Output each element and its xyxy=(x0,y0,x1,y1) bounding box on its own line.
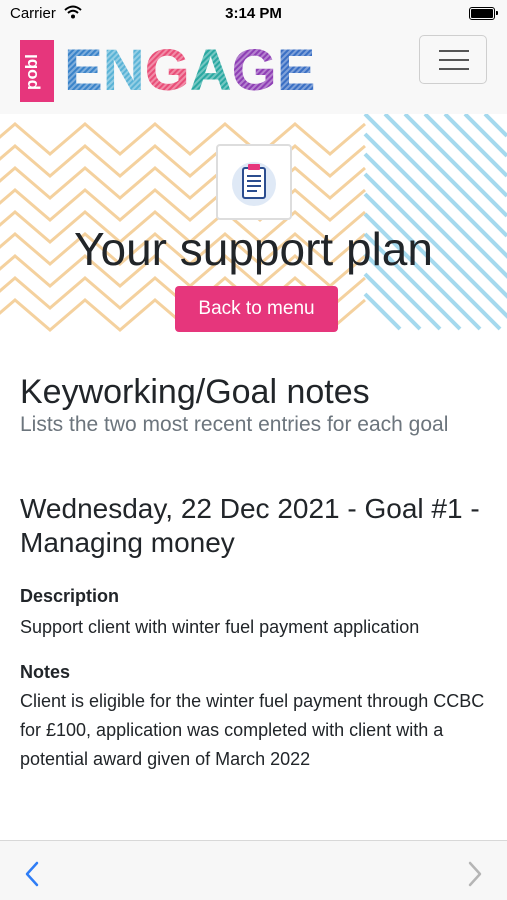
main-content: Keyworking/Goal notes Lists the two most… xyxy=(20,332,487,774)
browser-toolbar xyxy=(0,840,507,900)
entry-title: Wednesday, 22 Dec 2021 - Goal #1 - Manag… xyxy=(20,493,480,558)
description-label: Description xyxy=(20,586,120,606)
forward-chevron-icon[interactable] xyxy=(467,861,483,892)
back-chevron-icon[interactable] xyxy=(24,861,40,892)
menu-toggle-button[interactable] xyxy=(419,35,487,84)
notes-value: Client is eligible for the winter fuel p… xyxy=(20,691,485,769)
navbar: pobl ENGAGE ENGAGE xyxy=(0,28,507,114)
notes-label: Notes xyxy=(20,662,71,682)
hero-banner: Your support plan Back to menu xyxy=(0,114,507,332)
page-title: Your support plan xyxy=(74,223,433,275)
clock: 3:14 PM xyxy=(225,5,282,22)
battery-icon xyxy=(469,7,498,20)
back-to-menu-button[interactable]: Back to menu xyxy=(175,286,338,332)
pobl-logo-text: pobl xyxy=(21,54,41,90)
section-title: Keyworking/Goal notes xyxy=(20,373,370,411)
description-value: Support client with winter fuel payment … xyxy=(20,617,420,637)
support-plan-icon xyxy=(216,144,292,220)
status-bar: Carrier 3:14 PM xyxy=(0,0,507,28)
engage-logo[interactable]: ENGAGE ENGAGE xyxy=(64,38,316,102)
engage-logo-text: ENGAGE xyxy=(64,38,315,102)
section-subtitle: Lists the two most recent entries for ea… xyxy=(20,413,449,436)
pobl-logo[interactable]: pobl xyxy=(20,40,54,102)
